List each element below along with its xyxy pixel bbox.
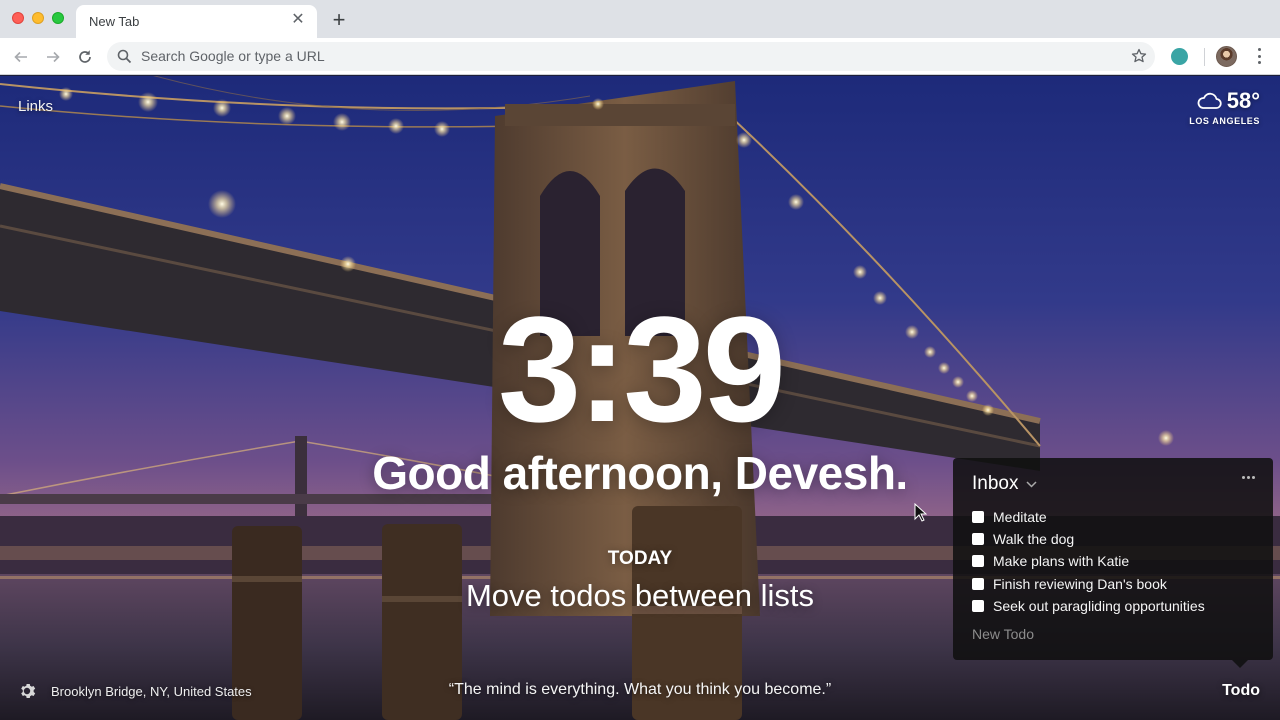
forward-icon — [47, 51, 60, 63]
star-icon[interactable] — [1131, 48, 1147, 64]
tab-title: New Tab — [89, 14, 140, 29]
todo-item[interactable]: Seek out paragliding opportunities — [972, 595, 1205, 617]
weather-location: LOS ANGELES — [1189, 116, 1260, 126]
links-button[interactable]: Links — [18, 98, 53, 115]
todo-checkbox[interactable] — [972, 577, 984, 590]
menu-icon[interactable] — [1254, 46, 1264, 66]
todo-toggle-button[interactable]: Todo — [1222, 682, 1260, 700]
reload-button[interactable] — [72, 44, 98, 70]
toolbar-divider — [1204, 48, 1205, 66]
clock: 3:39 — [497, 285, 786, 453]
profile-avatar[interactable] — [1216, 46, 1237, 67]
back-button[interactable] — [8, 44, 34, 70]
todo-item-text: Make plans with Katie — [993, 553, 1130, 570]
todo-list: Meditate Walk the dog Make plans with Ka… — [972, 506, 1205, 617]
back-icon — [14, 51, 27, 63]
chevron-down-icon — [1026, 480, 1038, 488]
minimize-window-button[interactable] — [32, 12, 44, 24]
extension-icon[interactable] — [1171, 48, 1188, 65]
todo-checkbox[interactable] — [972, 599, 984, 612]
todo-list-name: Inbox — [972, 473, 1019, 494]
maximize-window-button[interactable] — [52, 12, 64, 24]
todo-item-text: Meditate — [993, 509, 1047, 526]
momentum-new-tab-page: Links 58° LOS ANGELES 3:39 Good afternoo… — [0, 76, 1280, 720]
new-todo-input[interactable]: New Todo — [972, 626, 1034, 642]
todo-checkbox[interactable] — [972, 555, 984, 568]
todo-checkbox[interactable] — [972, 533, 984, 546]
quote[interactable]: “The mind is everything. What you think … — [0, 681, 1280, 699]
more-options-icon[interactable] — [1242, 476, 1255, 479]
todo-item-text: Finish reviewing Dan's book — [993, 575, 1167, 592]
tab-strip: New Tab ✕ + — [0, 0, 1280, 38]
mouse-cursor-icon — [914, 503, 927, 522]
todo-item[interactable]: Finish reviewing Dan's book — [972, 573, 1205, 595]
forward-button[interactable] — [40, 44, 66, 70]
todo-item-text: Walk the dog — [993, 531, 1075, 548]
weather-widget[interactable]: 58° LOS ANGELES — [1189, 88, 1260, 126]
todo-item[interactable]: Make plans with Katie — [972, 550, 1205, 572]
tab-new-tab[interactable]: New Tab ✕ — [76, 5, 317, 38]
weather-temperature: 58° — [1226, 88, 1260, 113]
todo-panel-caret — [1232, 660, 1248, 668]
reload-icon — [79, 50, 91, 63]
omnibox[interactable]: Search Google or type a URL — [107, 42, 1155, 71]
todo-item[interactable]: Meditate — [972, 506, 1205, 528]
todo-panel: Inbox Meditate Walk the dog Make plans w… — [953, 458, 1273, 660]
omnibox-placeholder: Search Google or type a URL — [141, 48, 325, 64]
todo-checkbox[interactable] — [972, 511, 984, 524]
todo-list-switcher[interactable]: Inbox — [972, 473, 1038, 495]
search-icon — [117, 49, 132, 64]
todo-item-text: Seek out paragliding opportunities — [993, 597, 1205, 614]
tab-close-icon[interactable]: ✕ — [289, 11, 307, 29]
cloud-icon — [1197, 92, 1222, 109]
close-window-button[interactable] — [12, 12, 24, 24]
new-tab-button[interactable]: + — [328, 9, 350, 31]
todo-item[interactable]: Walk the dog — [972, 528, 1205, 550]
browser-toolbar: Search Google or type a URL — [0, 38, 1280, 75]
